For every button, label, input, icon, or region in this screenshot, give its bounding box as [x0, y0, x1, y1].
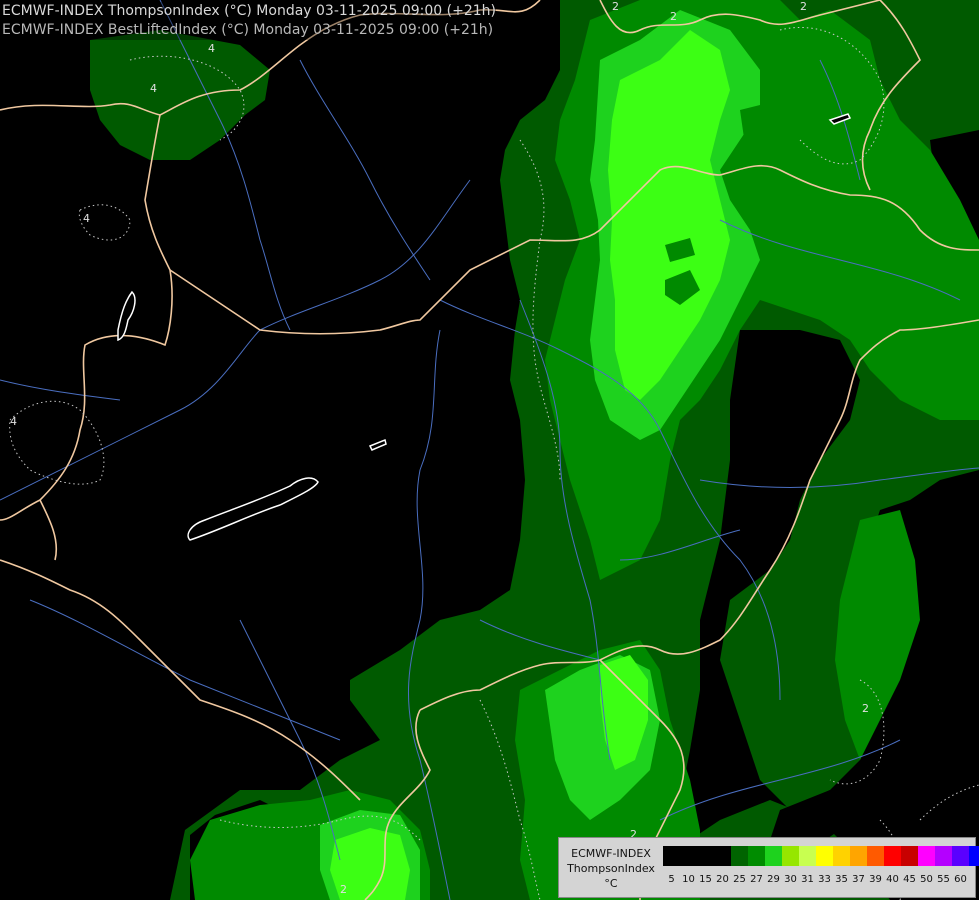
legend-unit: °C	[604, 877, 618, 890]
legend-tick-label: 39	[869, 874, 882, 885]
legend-tick-label: 5	[668, 874, 675, 885]
legend-swatch	[731, 846, 748, 866]
contour-label: 2	[612, 0, 619, 13]
legend-swatch	[884, 846, 901, 866]
legend-swatch	[833, 846, 850, 866]
weather-map: 4 4 4 4 2 2 2 2 2 2	[0, 0, 979, 900]
contour-label: 4	[83, 212, 90, 225]
legend-tick-label: 33	[818, 874, 831, 885]
legend-tick-label: 29	[767, 874, 780, 885]
legend-title: ECMWF-INDEX ThompsonIndex °C	[563, 846, 659, 891]
legend-swatch	[663, 846, 680, 866]
legend-swatch	[714, 846, 731, 866]
legend-tick-label: 37	[852, 874, 865, 885]
legend-tick-label: 50	[920, 874, 933, 885]
legend-swatch	[901, 846, 918, 866]
legend-tick-label: 60	[954, 874, 967, 885]
legend-swatch	[680, 846, 697, 866]
contour-label: 2	[670, 10, 677, 23]
legend-swatch	[918, 846, 935, 866]
legend-swatch	[765, 846, 782, 866]
legend-tick-label: 30	[784, 874, 797, 885]
legend-swatch	[782, 846, 799, 866]
contour-label: 4	[150, 82, 157, 95]
color-legend: ECMWF-INDEX ThompsonIndex °C 5 10 15 20 25 27…	[558, 837, 979, 898]
legend-tick-label: 35	[835, 874, 848, 885]
legend-swatch	[816, 846, 833, 866]
legend-swatch	[697, 846, 714, 866]
title-thompson-index: ECMWF-INDEX ThompsonIndex (°C) Monday 03…	[2, 3, 496, 19]
legend-tick-label: 20	[716, 874, 729, 885]
map-title: ECMWF-INDEX ThompsonIndex (°C) Monday 03…	[2, 2, 496, 40]
legend-tick-label: 15	[699, 874, 712, 885]
legend-swatches	[663, 846, 979, 866]
legend-swatch	[799, 846, 816, 866]
legend-tick-label: 31	[801, 874, 814, 885]
legend-tick-label: 55	[937, 874, 950, 885]
legend-swatch	[952, 846, 969, 866]
legend-model: ECMWF-INDEX	[571, 847, 651, 860]
contour-label: 2	[800, 0, 807, 13]
legend-swatch	[850, 846, 867, 866]
legend-swatch	[935, 846, 952, 866]
contour-label: 4	[208, 42, 215, 55]
contour-label: 2	[340, 883, 347, 896]
legend-tick-label: 45	[903, 874, 916, 885]
legend-swatch	[969, 846, 979, 866]
legend-tick-label: 25	[733, 874, 746, 885]
legend-ticks: 5 10 15 20 25 27 29 30 31 33 35 37 39 40 45 50 55 60	[663, 874, 969, 888]
legend-tick-label: 27	[750, 874, 763, 885]
legend-swatch	[748, 846, 765, 866]
legend-swatch	[867, 846, 884, 866]
contour-label: 2	[862, 702, 869, 715]
legend-tick-label: 10	[682, 874, 695, 885]
contour-label: 4	[10, 415, 17, 428]
legend-tick-label: 40	[886, 874, 899, 885]
title-best-lifted-index: ECMWF-INDEX BestLiftedIndex (°C) Monday …	[2, 22, 494, 38]
legend-variable: ThompsonIndex	[567, 862, 655, 875]
